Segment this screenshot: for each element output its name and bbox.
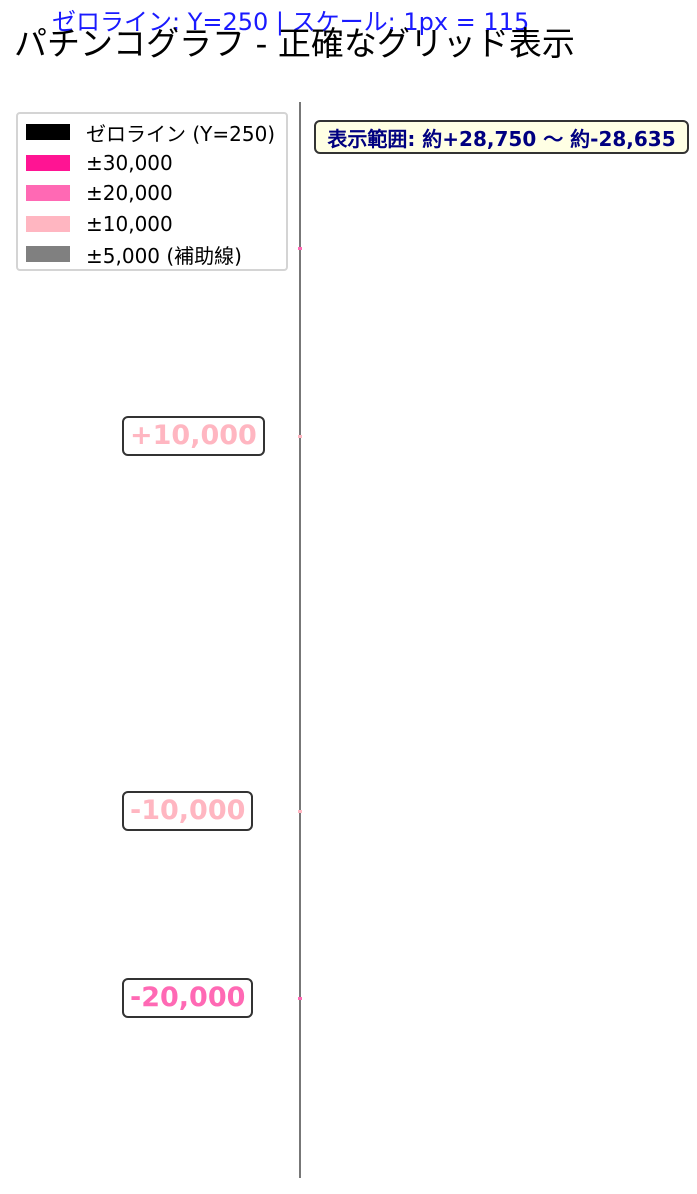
legend-item-20000: ±20,000 [26,181,173,205]
chart-title: パチンコグラフ - 正確なグリッド表示 [14,24,575,63]
legend-label: ±10,000 [86,212,173,236]
grid-tick [298,247,302,250]
grid-label-plus10000: +10,000 [122,415,265,456]
grid-tick [298,809,302,813]
legend-swatch [26,124,70,140]
legend: ゼロライン (Y=250) ±30,000 ±20,000 ±10,000 ±5… [16,112,288,271]
grid-tick [298,997,302,1000]
grid-label-minus20000: -20,000 [122,978,254,1018]
grid-tick [298,434,302,438]
legend-label: ゼロライン (Y=250) [86,121,276,146]
legend-item-5000: ±5,000 (補助線) [26,242,242,268]
legend-swatch [26,155,70,171]
legend-swatch [26,246,70,262]
legend-label: ±5,000 (補助線) [86,243,242,268]
legend-swatch [26,185,70,201]
legend-item-zero-line: ゼロライン (Y=250) [26,120,276,146]
legend-label: ±20,000 [86,181,173,205]
vertical-axis-line [299,102,301,1178]
legend-label: ±30,000 [86,151,173,175]
legend-item-30000: ±30,000 [26,151,173,175]
grid-label-minus10000: -10,000 [122,790,254,831]
display-range-box: 表示範囲: 約+28,750 〜 約-28,635 [314,120,689,154]
legend-swatch [26,216,70,232]
legend-item-10000: ±10,000 [26,212,173,236]
